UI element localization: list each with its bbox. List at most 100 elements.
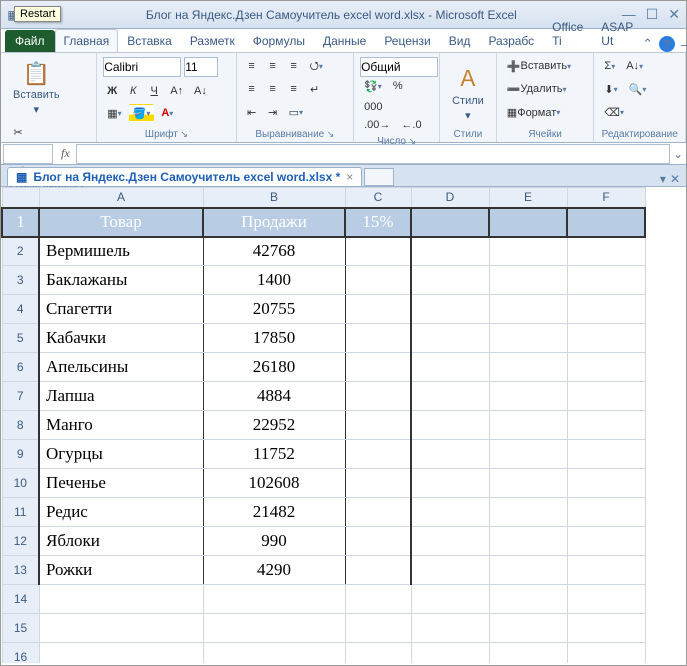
mdi-minimize-icon[interactable]: — bbox=[681, 37, 687, 52]
increase-decimal-button[interactable]: .00→ bbox=[360, 116, 394, 134]
cut-button[interactable]: ✂ bbox=[7, 123, 29, 141]
cell[interactable] bbox=[411, 498, 489, 527]
font-color-button[interactable]: A bbox=[157, 104, 177, 122]
orientation-button[interactable]: ⭯ bbox=[306, 57, 327, 75]
formula-input[interactable] bbox=[76, 144, 670, 164]
increase-font-button[interactable]: A↑ bbox=[166, 82, 187, 100]
cell[interactable]: 990 bbox=[203, 527, 345, 556]
bold-button[interactable]: Ж bbox=[103, 82, 121, 100]
workbook-tab-new[interactable] bbox=[364, 168, 394, 186]
cell[interactable]: 4290 bbox=[203, 556, 345, 585]
data-header-cell[interactable]: Продажи bbox=[203, 208, 345, 237]
close-icon[interactable]: ✕ bbox=[668, 6, 680, 23]
minimize-ribbon-icon[interactable]: ⌃ bbox=[642, 36, 653, 52]
workbook-tab-close-icon[interactable]: × bbox=[346, 170, 353, 184]
insert-cells-button[interactable]: ➕ Вставить bbox=[503, 57, 575, 75]
font-group-label[interactable]: Шрифт bbox=[103, 127, 229, 140]
worksheet-grid[interactable]: A B C D E F 1ТоварПродажи15%2Вермишель42… bbox=[1, 187, 686, 663]
data-header-cell[interactable]: Товар bbox=[39, 208, 203, 237]
cell[interactable] bbox=[567, 382, 645, 411]
cell[interactable] bbox=[567, 469, 645, 498]
decrease-decimal-button[interactable]: ←.0 bbox=[397, 116, 425, 134]
cell[interactable]: Кабачки bbox=[39, 324, 203, 353]
cell[interactable] bbox=[567, 324, 645, 353]
row-header[interactable]: 10 bbox=[2, 469, 39, 498]
align-middle-button[interactable]: ≡ bbox=[264, 57, 282, 75]
cell[interactable]: Печенье bbox=[39, 469, 203, 498]
format-cells-button[interactable]: ▦ Формат bbox=[503, 104, 565, 122]
cell[interactable] bbox=[345, 382, 411, 411]
cell[interactable] bbox=[203, 614, 345, 643]
cell[interactable] bbox=[39, 585, 203, 614]
decrease-indent-button[interactable]: ⇤ bbox=[243, 104, 261, 122]
row-header[interactable]: 16 bbox=[2, 643, 39, 664]
cell[interactable] bbox=[411, 556, 489, 585]
cell[interactable] bbox=[489, 382, 567, 411]
fill-color-button[interactable]: 🪣 bbox=[129, 104, 155, 122]
cell[interactable] bbox=[345, 295, 411, 324]
cell[interactable]: Рожки bbox=[39, 556, 203, 585]
cell[interactable] bbox=[567, 556, 645, 585]
row-header[interactable]: 12 bbox=[2, 527, 39, 556]
clear-button[interactable]: ⌫ bbox=[600, 104, 628, 122]
row-header[interactable]: 11 bbox=[2, 498, 39, 527]
underline-button[interactable]: Ч bbox=[145, 82, 163, 100]
border-button[interactable]: ▦ bbox=[103, 104, 125, 122]
cell[interactable] bbox=[411, 614, 489, 643]
accounting-format-button[interactable]: 💱 bbox=[360, 77, 386, 95]
row-header[interactable]: 6 bbox=[2, 353, 39, 382]
decrease-font-button[interactable]: A↓ bbox=[190, 82, 211, 100]
tab-pagelayout[interactable]: Разметк bbox=[181, 29, 244, 52]
cell[interactable]: Редис bbox=[39, 498, 203, 527]
cell[interactable] bbox=[411, 440, 489, 469]
cell[interactable]: 42768 bbox=[203, 237, 345, 266]
cell[interactable]: 21482 bbox=[203, 498, 345, 527]
cell[interactable] bbox=[489, 237, 567, 266]
cell[interactable] bbox=[489, 469, 567, 498]
cell[interactable] bbox=[411, 527, 489, 556]
tab-insert[interactable]: Вставка bbox=[118, 29, 181, 52]
cell[interactable] bbox=[489, 295, 567, 324]
cell[interactable] bbox=[39, 614, 203, 643]
row-header[interactable]: 5 bbox=[2, 324, 39, 353]
cell[interactable] bbox=[489, 556, 567, 585]
cell[interactable]: Баклажаны bbox=[39, 266, 203, 295]
cell[interactable] bbox=[567, 237, 645, 266]
cell[interactable] bbox=[345, 585, 411, 614]
cell[interactable] bbox=[411, 295, 489, 324]
help-icon[interactable]: ? bbox=[659, 36, 675, 52]
cell[interactable] bbox=[345, 266, 411, 295]
fill-series-button[interactable]: ⬇ bbox=[600, 80, 621, 98]
workbook-tab-active[interactable]: ▦ Блог на Яндекс.Дзен Самоучитель excel … bbox=[7, 167, 362, 186]
cell[interactable] bbox=[567, 295, 645, 324]
expand-formula-bar-icon[interactable]: ⌄ bbox=[670, 147, 686, 161]
cell[interactable] bbox=[345, 353, 411, 382]
cell[interactable]: 22952 bbox=[203, 411, 345, 440]
cell[interactable]: 4884 bbox=[203, 382, 345, 411]
italic-button[interactable]: К bbox=[124, 82, 142, 100]
col-header-F[interactable]: F bbox=[567, 188, 645, 208]
cell[interactable] bbox=[489, 208, 567, 237]
tab-review[interactable]: Рецензи bbox=[375, 29, 439, 52]
workbook-tab-close-all-icon[interactable]: ✕ bbox=[670, 172, 680, 186]
tab-officetab[interactable]: Office Ti bbox=[543, 15, 592, 52]
cell[interactable]: Манго bbox=[39, 411, 203, 440]
cell[interactable] bbox=[489, 411, 567, 440]
align-left-button[interactable]: ≡ bbox=[243, 80, 261, 98]
row-header[interactable]: 4 bbox=[2, 295, 39, 324]
autosum-button[interactable]: Σ bbox=[600, 57, 619, 75]
cell[interactable]: 26180 bbox=[203, 353, 345, 382]
cell[interactable] bbox=[411, 208, 489, 237]
cell[interactable] bbox=[411, 469, 489, 498]
cell[interactable] bbox=[567, 440, 645, 469]
cell[interactable] bbox=[411, 266, 489, 295]
cell[interactable] bbox=[345, 324, 411, 353]
comma-button[interactable]: 000 bbox=[360, 98, 386, 116]
col-header-C[interactable]: C bbox=[345, 188, 411, 208]
cell[interactable] bbox=[345, 527, 411, 556]
cell[interactable] bbox=[345, 469, 411, 498]
cell[interactable] bbox=[567, 643, 645, 664]
cell[interactable] bbox=[567, 585, 645, 614]
cell[interactable]: Лапша bbox=[39, 382, 203, 411]
cell[interactable] bbox=[203, 585, 345, 614]
